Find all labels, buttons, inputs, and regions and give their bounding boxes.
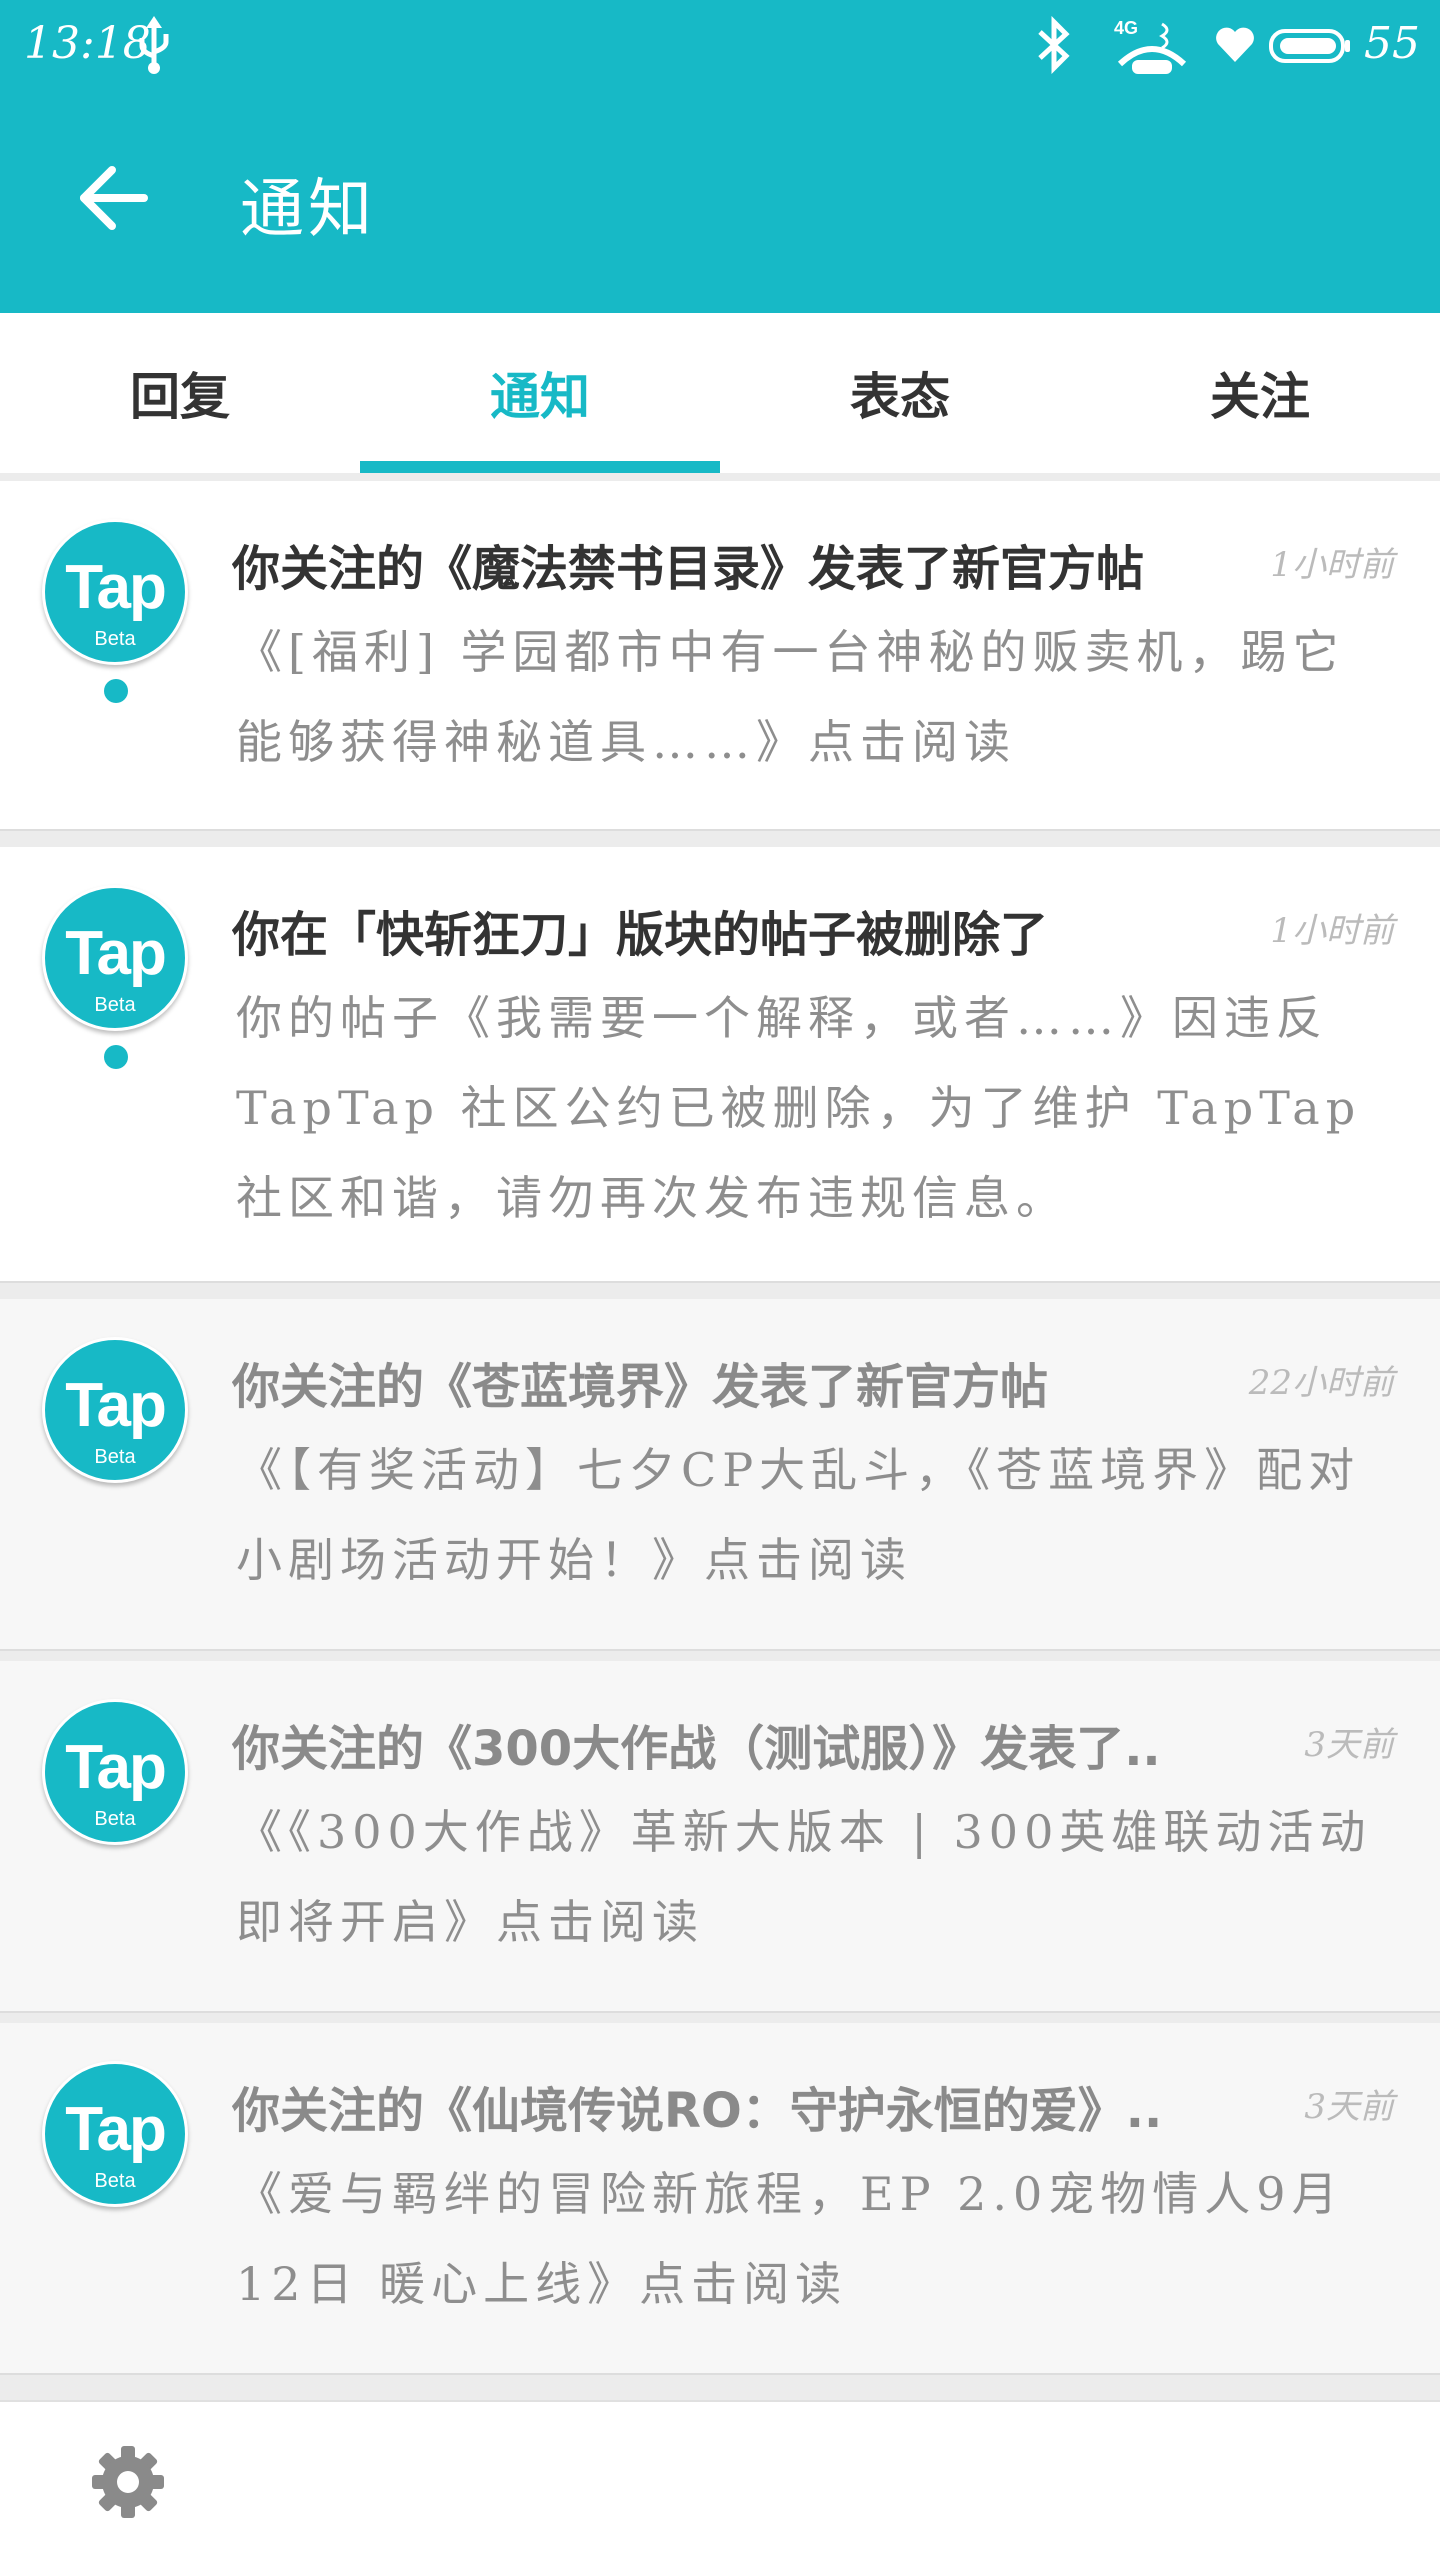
tap-logo: Tap	[65, 1733, 167, 1802]
notification-item[interactable]: Tap Beta 你关注的《魔法禁书目录》发表了新官方帖 1小时前 《[福利] …	[0, 481, 1440, 831]
tab-notifications[interactable]: 通知	[360, 313, 720, 473]
page-title: 通知	[240, 173, 376, 247]
tap-logo-sub: Beta	[94, 994, 136, 1016]
avatar: Tap Beta	[42, 519, 188, 665]
notification-time: 3天前	[1304, 1725, 1394, 1765]
status-bar: 13:18 4G 55	[0, 0, 1440, 95]
tap-logo-sub: Beta	[94, 1446, 136, 1468]
avatar: Tap Beta	[42, 2061, 188, 2207]
bluetooth-icon	[1032, 15, 1076, 75]
notification-item[interactable]: Tap Beta 你关注的《仙境传说RO：守护永恒的爱》.. 3天前 《爱与羁绊…	[0, 2023, 1440, 2375]
notification-body: 《《300大作战》革新大版本 | 300英雄联动活动即将开启》点击阅读	[236, 1805, 1372, 1949]
tab-bar: 回复 通知 表态 关注	[0, 313, 1440, 473]
notification-item[interactable]: Tap Beta 你在「快斩狂刀」版块的帖子被删除了 1小时前 你的帖子《我需要…	[0, 847, 1440, 1283]
notification-title: 你在「快斩狂刀」版块的帖子被删除了	[232, 907, 1049, 963]
notification-time: 22小时前	[1248, 1363, 1394, 1403]
notification-time: 3天前	[1304, 2087, 1394, 2127]
tap-logo: Tap	[65, 1371, 167, 1440]
tap-logo: Tap	[65, 553, 167, 622]
unread-dot	[104, 679, 128, 703]
tab-follows[interactable]: 关注	[1080, 313, 1440, 473]
back-button[interactable]	[68, 150, 158, 250]
tab-reactions[interactable]: 表态	[720, 313, 1080, 473]
settings-button[interactable]	[88, 2442, 168, 2522]
heart-icon	[1214, 26, 1256, 66]
battery-icon	[1268, 28, 1352, 64]
unread-dot	[104, 1045, 128, 1069]
notification-title: 你关注的《300大作战（测试服）》发表了..	[232, 1721, 1161, 1777]
notification-item[interactable]: Tap Beta 你关注的《苍蓝境界》发表了新官方帖 22小时前 《【有奖活动】…	[0, 1299, 1440, 1651]
gear-icon	[88, 2446, 168, 2526]
notification-body: 你的帖子《我需要一个解释，或者……》因违反 TapTap 社区公约已被删除，为了…	[236, 991, 1362, 1225]
tap-logo-sub: Beta	[94, 1808, 136, 1830]
avatar: Tap Beta	[42, 885, 188, 1031]
bottom-bar	[0, 2400, 1440, 2560]
notification-time: 1小时前	[1270, 545, 1394, 585]
notification-title: 你关注的《苍蓝境界》发表了新官方帖	[232, 1359, 1049, 1415]
tap-logo-sub: Beta	[94, 628, 136, 650]
network-label: 4G	[1114, 18, 1138, 38]
status-time: 13:18	[24, 18, 151, 69]
app-bar: 13:18 4G 55 通知	[0, 0, 1440, 313]
notification-title: 你关注的《魔法禁书目录》发表了新官方帖	[232, 541, 1145, 597]
avatar: Tap Beta	[42, 1699, 188, 1845]
notification-body: 《【有奖活动】七夕CP大乱斗，《苍蓝境界》配对小剧场活动开始！》点击阅读	[236, 1443, 1361, 1587]
tap-logo-sub: Beta	[94, 2170, 136, 2192]
notification-body: 《[福利] 学园都市中有一台神秘的贩卖机，踢它能够获得神秘道具……》点击阅读	[236, 625, 1345, 769]
tab-replies[interactable]: 回复	[0, 313, 360, 473]
battery-level: 55	[1364, 18, 1420, 69]
arrow-left-icon	[78, 166, 148, 234]
signal-icon: 4G	[1110, 14, 1194, 80]
notification-body: 《爱与羁绊的冒险新旅程，EP 2.0宠物情人9月12日 暖心上线》点击阅读	[236, 2167, 1344, 2311]
active-tab-indicator	[360, 461, 720, 473]
notification-item[interactable]: Tap Beta 你关注的《300大作战（测试服）》发表了.. 3天前 《《30…	[0, 1661, 1440, 2013]
avatar: Tap Beta	[42, 1337, 188, 1483]
notification-title: 你关注的《仙境传说RO：守护永恒的爱》..	[232, 2083, 1163, 2139]
tap-logo: Tap	[65, 2095, 167, 2164]
notification-time: 1小时前	[1270, 911, 1394, 951]
usb-icon	[134, 16, 174, 74]
tap-logo: Tap	[65, 919, 167, 988]
